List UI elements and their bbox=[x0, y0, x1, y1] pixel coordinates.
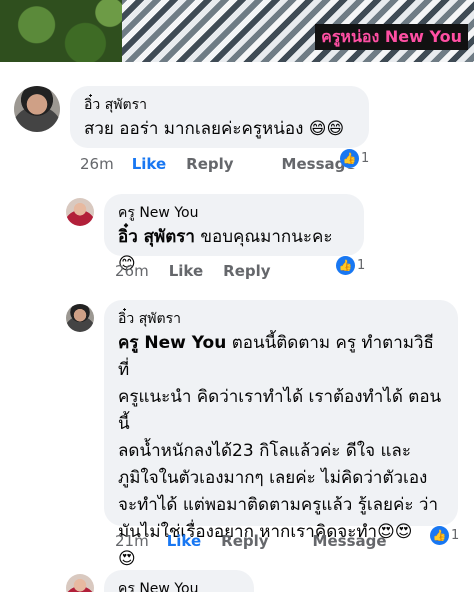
post-image-banner[interactable]: ครูหน่อง New You bbox=[0, 0, 474, 62]
reply-button[interactable]: Reply bbox=[186, 155, 233, 173]
comment-text: สวย ออร่า มากเลยค่ะครูหน่อง 😄😄 bbox=[84, 119, 345, 139]
comment-time[interactable]: 26m bbox=[80, 155, 114, 173]
comment-text-line: ครูแนะนำ คิดว่าเราทำได้ เราต้องทำได้ ตอน… bbox=[118, 387, 442, 434]
comment-time[interactable]: 21m bbox=[115, 532, 149, 550]
thumbs-up-icon: 👍 bbox=[340, 148, 359, 168]
comment-actions: 21m Like Reply Message bbox=[115, 532, 387, 550]
comment-actions: 26m Like Reply Message bbox=[80, 155, 356, 173]
reaction-count[interactable]: 👍 1 bbox=[340, 148, 372, 168]
comment-bubble: อิ๋ว สุพัตรา ครู New You ตอนนี้ติดตาม คร… bbox=[104, 300, 458, 569]
avatar[interactable] bbox=[66, 574, 94, 592]
reaction-count[interactable]: 👍 1 bbox=[430, 525, 462, 545]
mention-link[interactable]: อิ๋ว สุพัตรา bbox=[118, 227, 195, 247]
comment-bubble: ครู New You bbox=[104, 570, 254, 592]
comment-author[interactable]: อิ๋ว สุพัตรา bbox=[84, 94, 355, 116]
comment-author[interactable]: ครู New You bbox=[118, 202, 350, 224]
comment-bubble: ครู New You อิ๋ว สุพัตรา ขอบคุณมากนะคะ😊 bbox=[104, 194, 364, 274]
message-button[interactable]: Message bbox=[313, 532, 387, 550]
banner-watermark: ครูหน่อง New You bbox=[315, 24, 468, 50]
comment-author[interactable]: ครู New You bbox=[118, 578, 240, 592]
comment-text-line: ลดน้ำหนักลงได้23 กิโลแล้วค่ะ ดีใจ และ bbox=[118, 441, 411, 461]
like-button[interactable]: Like bbox=[132, 155, 166, 173]
comment-text-line: ครู New You ตอนนี้ติดตาม ครู ทำตามวิธีที… bbox=[118, 333, 434, 380]
reply-button[interactable]: Reply bbox=[223, 262, 270, 280]
avatar[interactable] bbox=[66, 198, 94, 226]
comment-bubble: อิ๋ว สุพัตรา สวย ออร่า มากเลยค่ะครูหน่อง… bbox=[70, 86, 369, 148]
like-button[interactable]: Like bbox=[167, 532, 201, 550]
reaction-count[interactable]: 👍 1 bbox=[336, 255, 368, 275]
comment-time[interactable]: 26m bbox=[115, 262, 149, 280]
comment-text-line: จะทำได้ แต่พอมาติดตามครูแล้ว รู้เลยค่ะ ว… bbox=[118, 495, 439, 515]
comment-actions: 26m Like Reply bbox=[115, 262, 271, 280]
avatar[interactable] bbox=[66, 304, 94, 332]
thumbs-up-icon: 👍 bbox=[430, 525, 449, 545]
plant-decoration bbox=[0, 0, 122, 62]
reply-button[interactable]: Reply bbox=[221, 532, 268, 550]
comment-text-line: ภูมิใจในตัวเองมากๆ เลยค่ะ ไม่คิดว่าตัวเอ… bbox=[118, 468, 428, 488]
mention-link[interactable]: ครู New You bbox=[118, 333, 226, 353]
thumbs-up-icon: 👍 bbox=[336, 255, 355, 275]
like-button[interactable]: Like bbox=[169, 262, 203, 280]
avatar[interactable] bbox=[14, 86, 60, 132]
comment-author[interactable]: อิ๋ว สุพัตรา bbox=[118, 308, 444, 330]
comment-text-line: 😍 bbox=[118, 549, 136, 569]
